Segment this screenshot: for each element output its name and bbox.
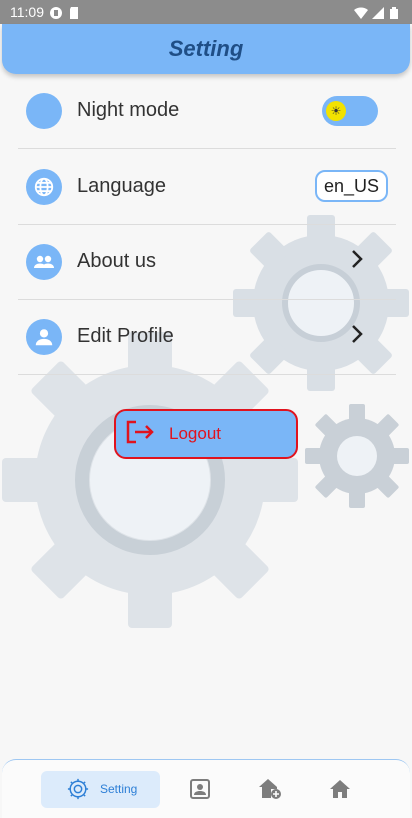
add-home-icon bbox=[258, 777, 282, 801]
background-gear-icon bbox=[305, 404, 409, 508]
background-gear-icon bbox=[2, 332, 298, 628]
home-icon bbox=[328, 777, 352, 801]
status-bar: 11:09 bbox=[0, 0, 412, 24]
globe-icon bbox=[26, 168, 62, 205]
chevron-right-icon bbox=[350, 248, 364, 275]
nav-item-add-home[interactable] bbox=[235, 777, 305, 801]
page-title: Setting bbox=[168, 36, 244, 61]
bottom-nav: Setting bbox=[2, 759, 410, 818]
app-bar: Setting bbox=[2, 24, 410, 74]
night-mode-toggle[interactable]: ☀ bbox=[322, 95, 378, 126]
contact-icon bbox=[188, 777, 212, 801]
moon-icon bbox=[26, 92, 62, 129]
setting-icon bbox=[66, 777, 90, 801]
settings-row-about-us[interactable]: About us bbox=[18, 224, 396, 300]
wifi-icon bbox=[354, 6, 368, 20]
nav-item-setting[interactable]: Setting bbox=[41, 770, 160, 808]
settings-row-label: Night mode bbox=[77, 99, 180, 121]
settings-row-label: Edit Profile bbox=[77, 325, 174, 347]
settings-row-label: About us bbox=[77, 250, 156, 272]
group-icon bbox=[26, 243, 62, 280]
nav-item-contact[interactable] bbox=[165, 777, 235, 801]
nav-label-setting: Setting bbox=[100, 782, 138, 796]
settings-row-label: Language bbox=[77, 175, 166, 197]
logout-label: Logout bbox=[169, 424, 221, 443]
settings-row-language[interactable]: Language en_US bbox=[18, 149, 396, 225]
nav-item-home[interactable] bbox=[305, 777, 375, 801]
chevron-right-icon bbox=[350, 323, 364, 350]
sun-icon: ☀ bbox=[326, 100, 346, 121]
settings-row-edit-profile[interactable]: Edit Profile bbox=[18, 299, 396, 375]
settings-row-night-mode: Night mode ☀ bbox=[18, 73, 396, 149]
logout-icon bbox=[125, 419, 155, 450]
battery-icon bbox=[390, 6, 402, 19]
language-value[interactable]: en_US bbox=[314, 170, 388, 202]
logout-button[interactable]: Logout bbox=[114, 409, 298, 459]
status-time: 11:09 bbox=[10, 4, 44, 20]
sd-card-icon bbox=[68, 6, 80, 19]
person-icon bbox=[26, 318, 62, 355]
signal-icon bbox=[372, 6, 384, 19]
notification-icon bbox=[50, 6, 62, 19]
